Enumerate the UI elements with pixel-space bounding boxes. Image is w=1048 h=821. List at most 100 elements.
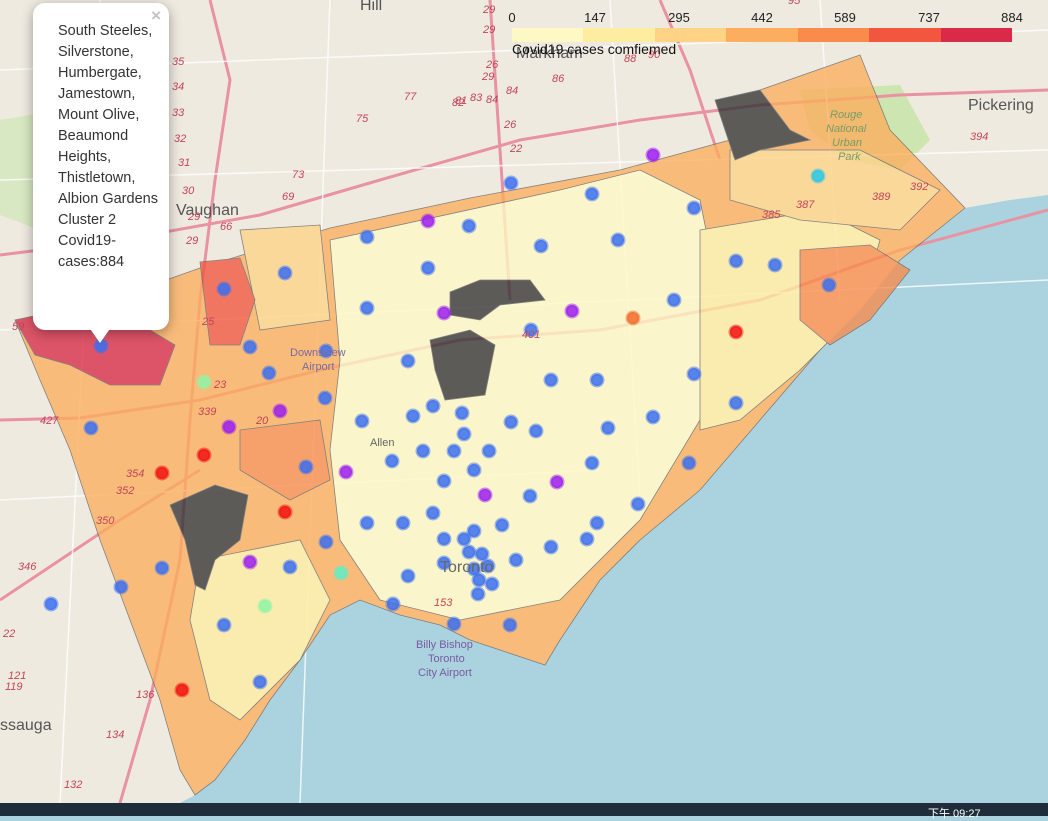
cluster-marker-blue[interactable] — [681, 455, 697, 471]
route-label: 83 — [470, 92, 483, 104]
route-label: 32 — [174, 133, 186, 145]
place-label: Downsview — [290, 347, 346, 359]
cluster-marker-red[interactable] — [728, 324, 744, 340]
cluster-marker-blue[interactable] — [298, 459, 314, 475]
cluster-marker-blue[interactable] — [484, 576, 500, 592]
cluster-marker-cyan[interactable] — [810, 168, 826, 184]
cluster-marker-purple[interactable] — [272, 403, 288, 419]
cluster-marker-blue[interactable] — [43, 596, 59, 612]
cluster-marker-blue[interactable] — [318, 534, 334, 550]
cluster-marker-blue[interactable] — [821, 277, 837, 293]
cluster-marker-blue[interactable] — [503, 175, 519, 191]
legend-color-swatch — [940, 28, 1012, 42]
cluster-marker-blue[interactable] — [446, 443, 462, 459]
cluster-marker-purple[interactable] — [242, 554, 258, 570]
cluster-marker-blue[interactable] — [456, 426, 472, 442]
cluster-marker-purple[interactable] — [338, 464, 354, 480]
cluster-marker-blue[interactable] — [630, 496, 646, 512]
cluster-marker-blue[interactable] — [359, 300, 375, 316]
cluster-marker-blue[interactable] — [154, 560, 170, 576]
cluster-marker-blue[interactable] — [481, 443, 497, 459]
cluster-marker-blue[interactable] — [728, 253, 744, 269]
cluster-marker-blue[interactable] — [686, 366, 702, 382]
cluster-marker-blue[interactable] — [589, 515, 605, 531]
cluster-marker-blue[interactable] — [405, 408, 421, 424]
cluster-marker-purple[interactable] — [420, 213, 436, 229]
place-label: City Airport — [418, 667, 472, 679]
cluster-marker-blue[interactable] — [686, 200, 702, 216]
cluster-marker-teal[interactable] — [333, 565, 349, 581]
route-label: 136 — [136, 689, 155, 701]
route-label: 350 — [96, 515, 115, 527]
cluster-marker-blue[interactable] — [446, 616, 462, 632]
cluster-marker-blue[interactable] — [83, 420, 99, 436]
route-label: 84 — [506, 85, 518, 97]
cluster-marker-purple[interactable] — [549, 474, 565, 490]
cluster-marker-purple[interactable] — [564, 303, 580, 319]
cluster-marker-blue[interactable] — [354, 413, 370, 429]
cluster-marker-blue[interactable] — [400, 353, 416, 369]
cluster-marker-blue[interactable] — [610, 232, 626, 248]
cluster-marker-blue[interactable] — [454, 405, 470, 421]
cluster-marker-green[interactable] — [257, 598, 273, 614]
cluster-marker-blue[interactable] — [522, 488, 538, 504]
cluster-marker-blue[interactable] — [436, 531, 452, 547]
cluster-marker-blue[interactable] — [400, 568, 416, 584]
cluster-marker-blue[interactable] — [420, 260, 436, 276]
cluster-marker-red[interactable] — [196, 447, 212, 463]
cluster-marker-blue[interactable] — [461, 544, 477, 560]
cluster-marker-blue[interactable] — [216, 617, 232, 633]
cluster-marker-blue[interactable] — [466, 523, 482, 539]
cluster-marker-red[interactable] — [154, 465, 170, 481]
cluster-marker-blue[interactable] — [600, 420, 616, 436]
cluster-marker-blue[interactable] — [415, 443, 431, 459]
cluster-marker-blue[interactable] — [584, 455, 600, 471]
cluster-marker-blue[interactable] — [317, 390, 333, 406]
cluster-marker-blue[interactable] — [436, 473, 452, 489]
route-label: 81 — [455, 95, 467, 107]
cluster-marker-blue[interactable] — [543, 539, 559, 555]
color-legend: 0 147 295 442 589 737 884 Covid19 cases … — [500, 6, 1026, 57]
cluster-marker-blue[interactable] — [252, 674, 268, 690]
cluster-marker-blue[interactable] — [261, 365, 277, 381]
cluster-marker-blue[interactable] — [384, 453, 400, 469]
cluster-marker-blue[interactable] — [395, 515, 411, 531]
cluster-marker-blue[interactable] — [503, 414, 519, 430]
cluster-marker-blue[interactable] — [533, 238, 549, 254]
cluster-marker-purple[interactable] — [436, 305, 452, 321]
cluster-marker-red[interactable] — [174, 682, 190, 698]
cluster-marker-blue[interactable] — [425, 398, 441, 414]
cluster-marker-purple[interactable] — [477, 487, 493, 503]
cluster-marker-blue[interactable] — [385, 596, 401, 612]
cluster-marker-blue[interactable] — [508, 552, 524, 568]
cluster-marker-blue[interactable] — [277, 265, 293, 281]
cluster-marker-blue[interactable] — [494, 517, 510, 533]
cluster-marker-blue[interactable] — [425, 505, 441, 521]
cluster-marker-blue[interactable] — [216, 281, 232, 297]
cluster-marker-blue[interactable] — [461, 218, 477, 234]
cluster-marker-blue[interactable] — [466, 462, 482, 478]
cluster-marker-blue[interactable] — [728, 395, 744, 411]
cluster-marker-purple[interactable] — [645, 147, 661, 163]
cluster-marker-blue[interactable] — [666, 292, 682, 308]
cluster-marker-blue[interactable] — [502, 617, 518, 633]
cluster-marker-blue[interactable] — [528, 423, 544, 439]
cluster-marker-blue[interactable] — [579, 531, 595, 547]
cluster-marker-blue[interactable] — [113, 579, 129, 595]
cluster-marker-orange[interactable] — [625, 310, 641, 326]
cluster-marker-blue[interactable] — [470, 586, 486, 602]
cluster-marker-green[interactable] — [196, 374, 212, 390]
legend-caption: Covid19 cases comfiemed — [512, 41, 677, 57]
cluster-marker-blue[interactable] — [589, 372, 605, 388]
cluster-marker-blue[interactable] — [359, 515, 375, 531]
cluster-marker-blue[interactable] — [543, 372, 559, 388]
cluster-marker-blue[interactable] — [242, 339, 258, 355]
route-label: 119 — [5, 681, 23, 693]
cluster-marker-blue[interactable] — [645, 409, 661, 425]
cluster-marker-blue[interactable] — [584, 186, 600, 202]
cluster-marker-red[interactable] — [277, 504, 293, 520]
cluster-marker-blue[interactable] — [767, 257, 783, 273]
cluster-marker-purple[interactable] — [221, 419, 237, 435]
cluster-marker-blue[interactable] — [282, 559, 298, 575]
cluster-marker-blue[interactable] — [359, 229, 375, 245]
